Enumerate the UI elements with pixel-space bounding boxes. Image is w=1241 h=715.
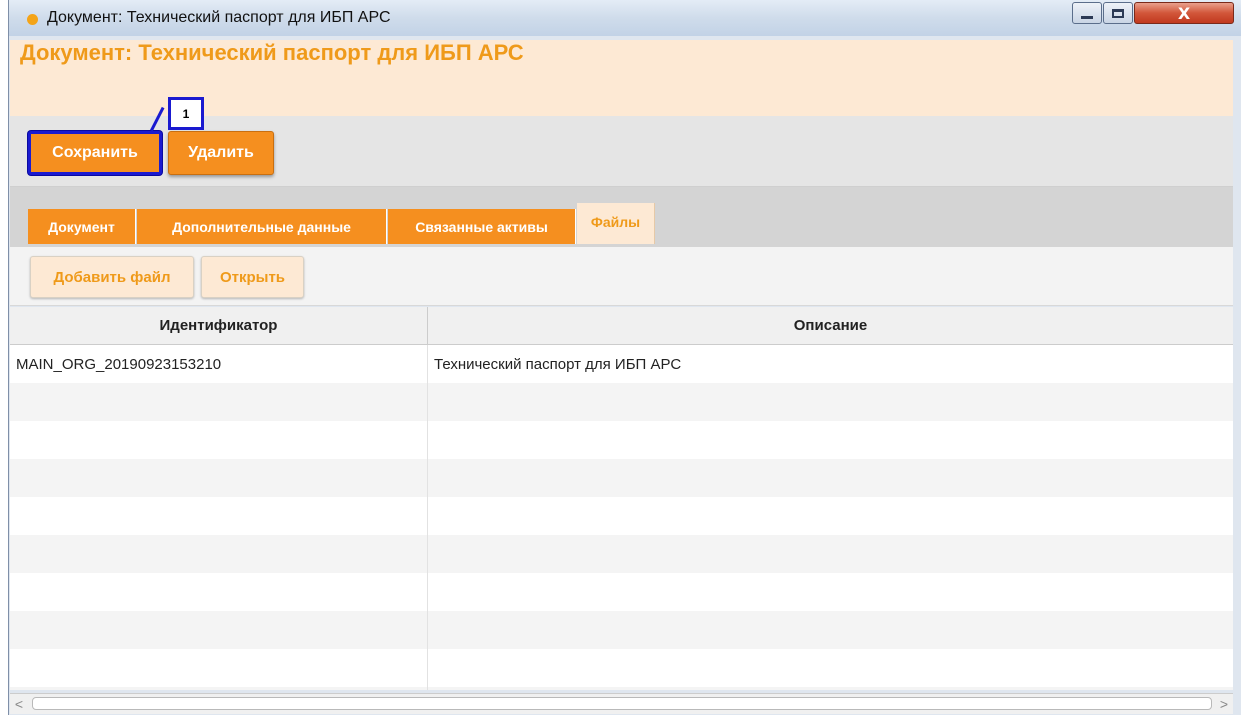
cell-identifier [10,535,428,573]
add-file-button[interactable]: Добавить файл [30,256,194,298]
maximize-button[interactable] [1103,2,1133,24]
table-row[interactable] [10,649,1233,687]
tab-document[interactable]: Документ [28,209,136,244]
cell-identifier: MAIN_ORG_20190923153210 [10,345,428,383]
close-button[interactable]: X [1134,2,1234,24]
horizontal-scrollbar[interactable]: < > [10,693,1233,714]
tab-additional-data[interactable]: Дополнительные данные [137,209,387,244]
table-row[interactable] [10,573,1233,611]
cell-identifier [10,497,428,535]
cell-description [428,649,1233,687]
delete-button[interactable]: Удалить [168,131,274,175]
column-header-identifier[interactable]: Идентификатор [10,307,428,344]
window-title: Документ: Технический паспорт для ИБП АР… [47,9,391,26]
minimize-button[interactable] [1072,2,1102,24]
cell-description [428,421,1233,459]
open-button[interactable]: Открыть [201,256,304,298]
cell-description [428,459,1233,497]
cell-description [428,687,1233,690]
table-row[interactable] [10,535,1233,573]
maximize-icon [1112,8,1124,18]
cell-description [428,611,1233,649]
scroll-right-icon[interactable]: > [1217,696,1231,712]
table-row[interactable] [10,421,1233,459]
cell-identifier [10,611,428,649]
close-icon: X [1177,3,1191,23]
cell-description [428,573,1233,611]
app-icon [27,14,38,25]
save-button[interactable]: Сохранить [28,131,162,175]
files-table: Идентификатор Описание MAIN_ORG_20190923… [10,307,1233,690]
cell-identifier [10,649,428,687]
cell-description [428,383,1233,421]
minimize-icon [1081,15,1093,19]
cell-description: Технический паспорт для ИБП АРС [434,355,682,373]
table-row[interactable] [10,497,1233,535]
annotation-badge: 1 [168,97,204,130]
cell-identifier [10,421,428,459]
cell-description [428,535,1233,573]
table-header: Идентификатор Описание [10,307,1233,345]
cell-description [428,497,1233,535]
cell-identifier [10,573,428,611]
column-header-description[interactable]: Описание [428,307,1233,344]
table-row[interactable] [10,611,1233,649]
page-title: Документ: Технический паспорт для ИБП АР… [20,40,524,65]
table-row[interactable] [10,687,1233,690]
table-row[interactable] [10,459,1233,497]
cell-identifier [10,687,428,690]
table-row[interactable]: MAIN_ORG_20190923153210 Технический пасп… [10,345,1233,383]
cell-identifier [10,383,428,421]
scroll-left-icon[interactable]: < [12,696,26,712]
scrollbar-thumb[interactable] [32,697,1212,710]
window-titlebar[interactable]: Документ: Технический паспорт для ИБП АР… [9,0,1241,36]
tab-related-assets[interactable]: Связанные активы [388,209,576,244]
table-row[interactable] [10,383,1233,421]
tab-files[interactable]: Файлы [577,203,655,244]
cell-identifier [10,459,428,497]
